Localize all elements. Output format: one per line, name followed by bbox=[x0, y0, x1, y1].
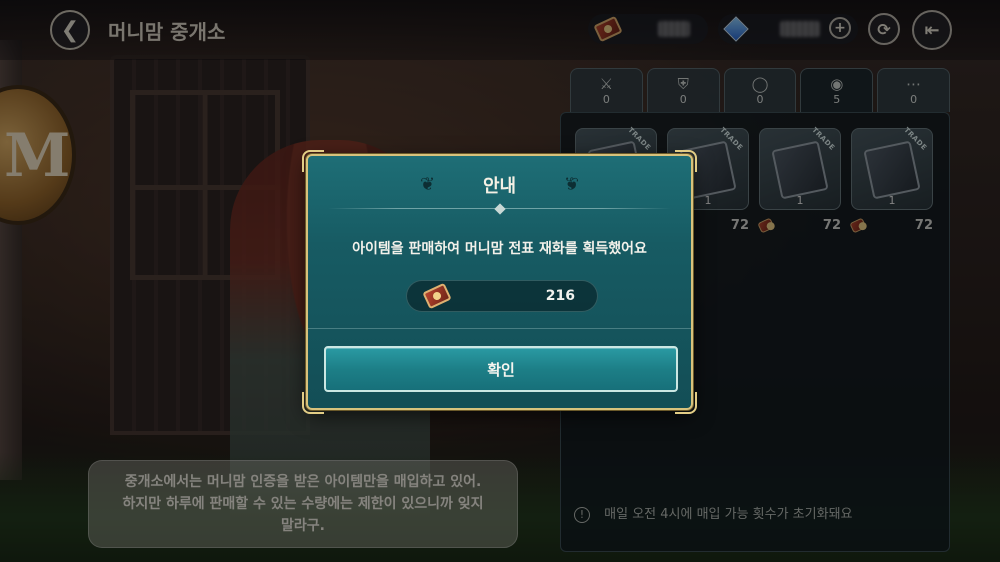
ornament-corner bbox=[302, 392, 324, 414]
reward-amount: 216 bbox=[545, 288, 575, 304]
confirm-button[interactable]: 확인 bbox=[324, 346, 678, 392]
ticket-icon bbox=[422, 282, 452, 310]
modal-message: 아이템을 판매하여 머니맘 전표 재화를 획득했어요 bbox=[352, 241, 647, 257]
title-divider-ornament bbox=[494, 203, 506, 215]
modal-divider bbox=[308, 328, 691, 329]
modal-title: 안내 bbox=[482, 176, 517, 197]
reward-display: 216 bbox=[406, 280, 598, 312]
notice-modal: ❦ 안내 ❦ 아이템을 판매하여 머니맘 전표 재화를 획득했어요 216 확인 bbox=[302, 150, 697, 414]
ornament-corner bbox=[675, 392, 697, 414]
leaf-ornament-icon: ❦ bbox=[563, 174, 579, 195]
ornament-corner bbox=[302, 150, 324, 172]
ornament-corner bbox=[675, 150, 697, 172]
